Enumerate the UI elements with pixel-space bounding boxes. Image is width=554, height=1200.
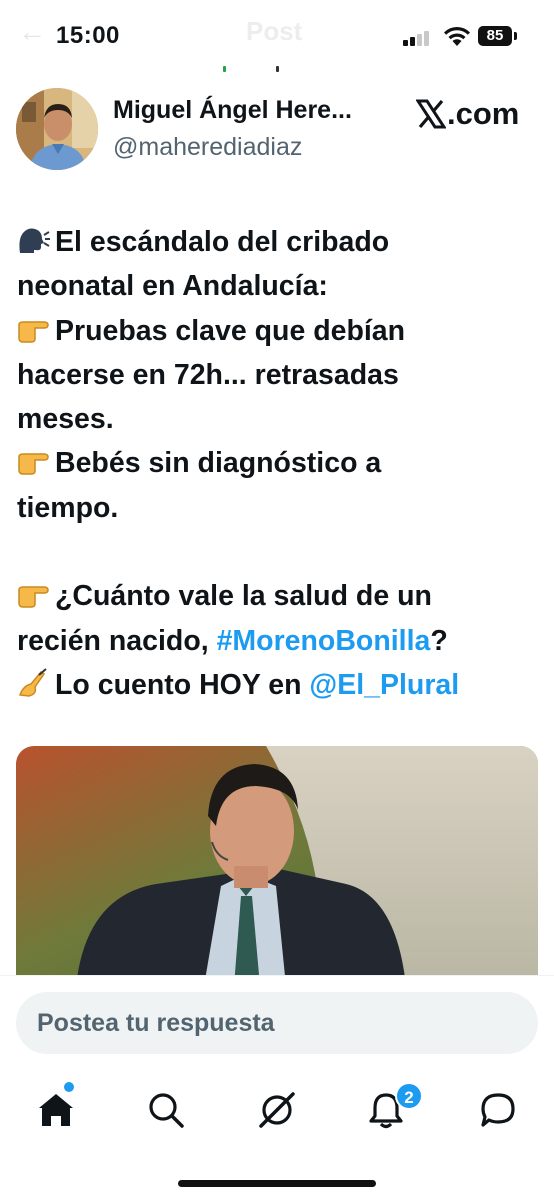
- tweet-line-text: Lo cuento HOY en: [55, 668, 310, 701]
- nav-grok[interactable]: [253, 1086, 301, 1134]
- page-title: Post: [246, 16, 303, 46]
- tweet-line: meses.: [17, 403, 114, 436]
- pointing-right-icon: [18, 586, 49, 609]
- battery-indicator: 85: [478, 26, 512, 46]
- tweet-line: ¿Cuánto vale la salud de un: [17, 574, 542, 618]
- battery-tip: [514, 32, 517, 40]
- nav-home[interactable]: [32, 1086, 80, 1134]
- tweet-line: Lo cuento HOY en @El_Plural: [17, 663, 542, 707]
- nav-messages[interactable]: [474, 1086, 522, 1134]
- reply-placeholder: Postea tu respuesta: [37, 1009, 275, 1037]
- source-label: .com: [416, 96, 519, 132]
- indicator-dot: [276, 66, 279, 72]
- tweet-line-text: ¿Cuánto vale la salud de un: [55, 580, 432, 613]
- tweet-line: El escándalo del cribado: [17, 220, 542, 264]
- tweet-line: hacerse en 72h... retrasadas: [17, 358, 399, 391]
- tweet-line: Pruebas clave que debían: [17, 309, 542, 353]
- writing-hand-icon: [18, 668, 47, 697]
- pointing-right-icon: [18, 453, 49, 476]
- tweet-line-text: Bebés sin diagnóstico a: [55, 447, 382, 480]
- x-logo-icon: [416, 99, 446, 129]
- home-icon: [39, 1094, 73, 1126]
- mic-indicator: [223, 66, 226, 72]
- tweet-line-text: Pruebas clave que debían: [55, 314, 406, 347]
- mention-link[interactable]: @El_Plural: [309, 669, 459, 701]
- tweet-line-text: El escándalo del cribado: [55, 226, 390, 258]
- notification-badge: 2: [395, 1082, 423, 1110]
- tweet-line: neonatal en Andalucía:: [17, 270, 328, 303]
- author-name[interactable]: Miguel Ángel Here...: [113, 96, 352, 125]
- home-notification-dot: [64, 1082, 74, 1092]
- home-indicator[interactable]: [178, 1180, 376, 1187]
- tweet-line-text: ?: [430, 624, 448, 657]
- tweet-line: Bebés sin diagnóstico a: [17, 441, 542, 485]
- tweet-line: recién nacido, #MorenoBonilla?: [17, 619, 542, 663]
- tweet-line-text: recién nacido,: [17, 624, 217, 657]
- pointing-right-icon: [18, 320, 49, 343]
- reply-input[interactable]: Postea tu respuesta: [16, 992, 538, 1054]
- tweet-line: tiempo.: [17, 491, 119, 524]
- back-arrow-icon[interactable]: ←: [18, 16, 46, 48]
- status-bar: ← Post 15:00 85: [0, 0, 554, 72]
- status-time: 15:00: [56, 22, 120, 49]
- search-icon: [149, 1093, 184, 1128]
- cellular-signal-icon: [403, 30, 435, 46]
- tweet-text: El escándalo del cribado neonatal en And…: [17, 220, 542, 707]
- messages-icon: [481, 1093, 515, 1127]
- reply-bar: Postea tu respuesta: [0, 975, 554, 1065]
- grok-icon: [259, 1092, 295, 1128]
- wifi-icon: [444, 26, 470, 46]
- hashtag-link[interactable]: #MorenoBonilla: [217, 625, 431, 657]
- nav-search[interactable]: [142, 1086, 190, 1134]
- speaking-head-icon: [19, 228, 50, 253]
- source-domain: .com: [447, 96, 520, 131]
- author-handle[interactable]: @maherediadiaz: [113, 133, 302, 162]
- tweet-image[interactable]: [16, 746, 538, 986]
- avatar[interactable]: [16, 88, 98, 170]
